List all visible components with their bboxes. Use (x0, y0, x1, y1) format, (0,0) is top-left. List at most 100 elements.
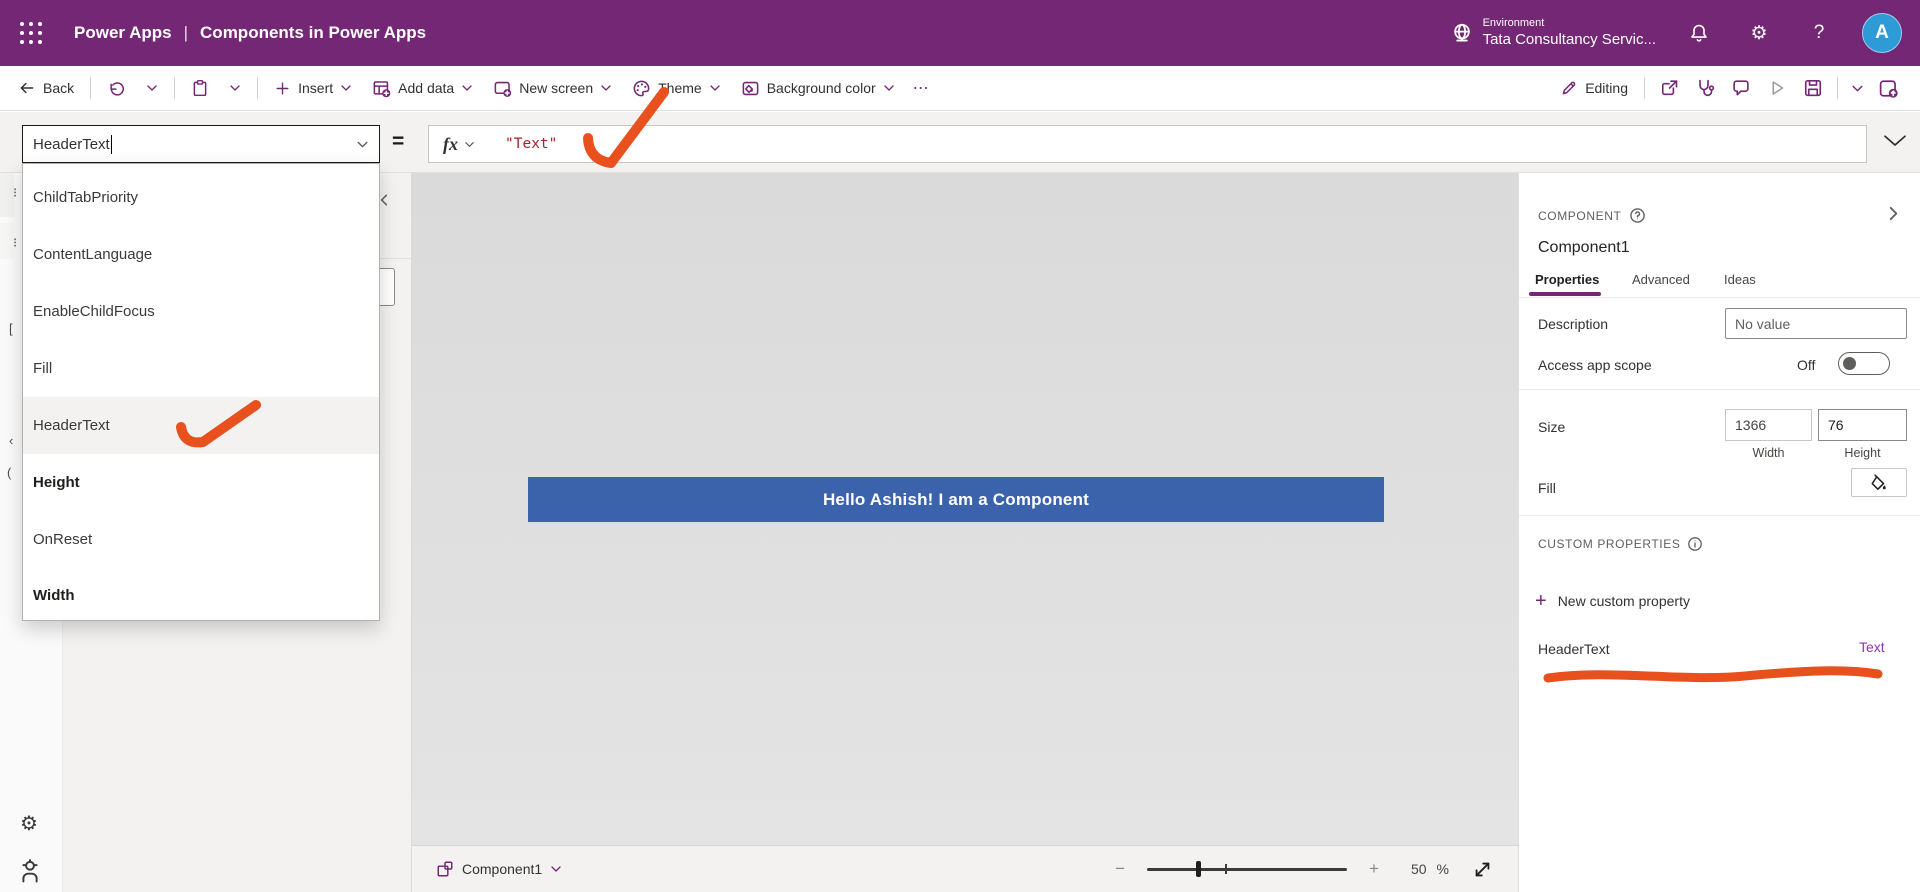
tree-view-icon-fragment[interactable]: ⁝ (13, 185, 17, 201)
background-color-menu[interactable]: Background color (731, 72, 905, 104)
dropdown-item-enablechildfocus[interactable]: EnableChildFocus (23, 283, 379, 340)
help-icon[interactable]: ? (1802, 16, 1836, 50)
new-screen-label: New screen (519, 80, 594, 96)
editing-mode-button[interactable]: Editing (1550, 72, 1638, 104)
settings-gear-icon[interactable]: ⚙ (1742, 16, 1776, 50)
data-icon-fragment[interactable]: [ (9, 321, 13, 336)
chevron-down-icon[interactable] (356, 138, 369, 151)
tab-properties[interactable]: Properties (1535, 272, 1599, 287)
share-icon[interactable] (1651, 72, 1687, 104)
theme-menu[interactable]: Theme (622, 72, 731, 104)
fit-to-window-icon[interactable] (1473, 860, 1492, 879)
component-header-control[interactable]: Hello Ashish! I am a Component (528, 477, 1384, 522)
save-split-chevron[interactable] (1844, 72, 1870, 104)
undo-redo-split-chevron[interactable] (136, 72, 168, 104)
formula-bar-expand-chevron[interactable] (1880, 129, 1910, 151)
canvas-bottom-bar: Component1 − + 50 % (412, 845, 1518, 892)
property-selector-combobox[interactable]: HeaderText (22, 125, 380, 163)
dropdown-item-childtabpriority[interactable]: ChildTabPriority (23, 169, 379, 226)
divider (1837, 77, 1838, 99)
app-checker-stethoscope-icon[interactable] (1687, 72, 1723, 104)
access-app-scope-toggle[interactable] (1838, 352, 1890, 375)
chevron-down-icon[interactable] (464, 139, 475, 150)
tab-ideas[interactable]: Ideas (1724, 272, 1756, 287)
waffle-menu-icon[interactable] (14, 16, 48, 50)
dropdown-item-contentlanguage[interactable]: ContentLanguage (23, 226, 379, 283)
preview-play-icon[interactable] (1759, 72, 1795, 104)
component-section-label: COMPONENT (1538, 208, 1622, 223)
dropdown-item-height[interactable]: Height (23, 454, 379, 511)
user-avatar[interactable]: A (1862, 13, 1902, 53)
header-actions: Environment Tata Consultancy Servic... ⚙… (1451, 13, 1902, 53)
environment-picker[interactable]: Environment Tata Consultancy Servic... (1451, 17, 1656, 50)
background-color-label: Background color (766, 80, 876, 96)
plus-icon (274, 80, 291, 97)
text-caret (110, 134, 113, 154)
info-circle-icon[interactable] (1687, 536, 1703, 552)
description-input[interactable]: No value (1725, 308, 1907, 339)
divider (257, 77, 259, 99)
property-selector-value: HeaderText (33, 135, 110, 153)
environment-name: Tata Consultancy Servic... (1482, 30, 1656, 48)
publish-icon[interactable] (1870, 72, 1906, 104)
insert-icon-fragment[interactable]: ⁝ (13, 235, 17, 251)
description-placeholder: No value (1735, 315, 1791, 332)
theme-label: Theme (658, 80, 702, 96)
height-input[interactable]: 76 (1818, 409, 1907, 441)
width-input[interactable]: 1366 (1725, 409, 1812, 441)
media-icon-fragment[interactable]: ‹ (9, 433, 13, 448)
toggle-knob (1843, 357, 1856, 370)
panel-divider (1519, 389, 1920, 390)
add-data-label: Add data (398, 80, 455, 96)
zoom-controls: − + 50 % (1105, 859, 1492, 879)
plus-icon: + (1535, 590, 1547, 612)
fill-color-button[interactable] (1851, 468, 1907, 497)
zoom-slider-track[interactable] (1147, 868, 1348, 871)
toolbar-overflow-button[interactable]: ⋯ (905, 78, 938, 98)
dropdown-item-headertext[interactable]: HeaderText (23, 397, 379, 454)
comments-icon[interactable] (1723, 72, 1759, 104)
save-icon[interactable] (1795, 72, 1831, 104)
page-title: Components in Power Apps (200, 23, 427, 42)
dropdown-item-fill[interactable]: Fill (23, 340, 379, 397)
zoom-slider[interactable] (1147, 860, 1348, 878)
design-canvas[interactable]: Hello Ashish! I am a Component (412, 173, 1518, 845)
clipboard-icon (191, 79, 209, 97)
virtual-agent-icon[interactable] (18, 858, 42, 884)
new-custom-property-label: New custom property (1557, 593, 1690, 609)
new-custom-property-button[interactable]: + New custom property (1535, 591, 1690, 611)
tab-advanced[interactable]: Advanced (1632, 272, 1690, 287)
custom-property-type-link[interactable]: Text (1859, 639, 1885, 655)
paste-split-chevron[interactable] (219, 72, 251, 104)
undo-button[interactable] (97, 72, 136, 104)
new-screen-menu[interactable]: New screen (483, 72, 622, 104)
globe-icon (1451, 22, 1473, 44)
divider (1644, 77, 1645, 99)
advanced-icon-fragment[interactable]: ( (7, 465, 11, 480)
insert-menu[interactable]: Insert (264, 72, 362, 104)
rail-hover-highlight (0, 223, 14, 259)
help-circle-icon[interactable] (1629, 207, 1646, 224)
formula-input[interactable]: fx "Text" (428, 125, 1867, 163)
rail-selected-highlight (0, 173, 14, 217)
rail-settings-gear-icon[interactable]: ⚙ (20, 811, 38, 836)
zoom-in-button[interactable]: + (1359, 859, 1389, 879)
zoom-slider-thumb[interactable] (1196, 861, 1202, 877)
paint-bucket-icon (741, 79, 760, 98)
chevron-down-icon (229, 82, 241, 94)
add-data-menu[interactable]: Add data (362, 72, 483, 104)
screen-selector[interactable]: Component1 (436, 860, 562, 878)
active-tab-underline (1529, 292, 1601, 296)
height-caption: Height (1844, 446, 1881, 460)
back-button[interactable]: Back (8, 72, 84, 104)
zoom-out-button[interactable]: − (1105, 859, 1135, 879)
paste-button[interactable] (181, 72, 219, 104)
add-data-icon (372, 79, 391, 98)
notifications-bell-icon[interactable] (1682, 16, 1716, 50)
zoom-percentage-value: 50 (1410, 861, 1427, 877)
dropdown-item-width[interactable]: Width (23, 567, 379, 624)
dropdown-item-onreset[interactable]: OnReset (23, 511, 379, 568)
selected-screen-label: Component1 (462, 861, 543, 877)
new-screen-icon (493, 79, 512, 98)
collapse-panel-chevron-right-icon[interactable] (1885, 205, 1902, 222)
